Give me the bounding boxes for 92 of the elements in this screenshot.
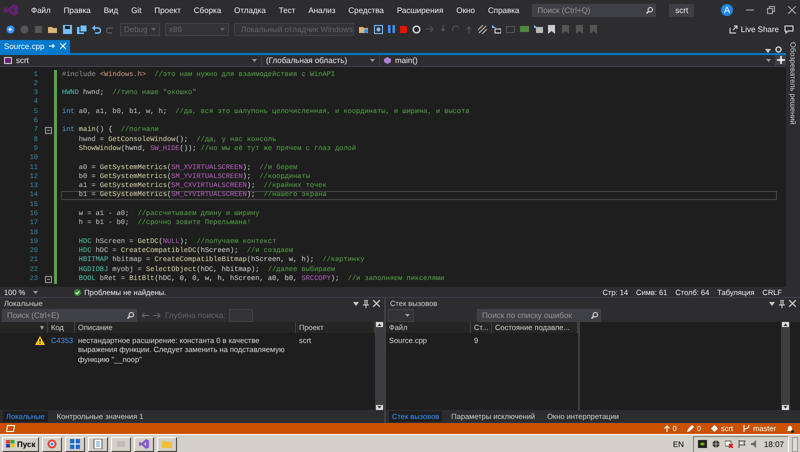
- solution-name: scrt: [669, 4, 694, 16]
- share-icon: [728, 24, 738, 34]
- collapse-icon[interactable]: [44, 276, 52, 283]
- menu-item[interactable]: Окно: [456, 6, 475, 14]
- close-icon[interactable]: [789, 300, 796, 307]
- search-field[interactable]: Поиск (Ctrl+E): [2, 309, 137, 322]
- window-outline-icon[interactable]: [6, 425, 15, 432]
- scroll-up-icon[interactable]: [782, 322, 789, 327]
- menu-item[interactable]: Тест: [278, 6, 296, 14]
- dropdown-icon[interactable]: [353, 302, 359, 306]
- dropdown-arrow-icon[interactable]: [33, 290, 38, 294]
- dropdown-arrow-icon: [370, 58, 375, 62]
- close-icon[interactable]: [373, 300, 380, 307]
- depth-label: Глубина поиска:: [165, 311, 226, 320]
- scope-dropdown[interactable]: (Глобальная область): [262, 54, 380, 66]
- notification-bell-icon[interactable]: [786, 424, 794, 432]
- undo-icon[interactable]: [92, 24, 101, 34]
- browser-icon[interactable]: [47, 439, 58, 449]
- filter-dropdown[interactable]: [388, 309, 414, 322]
- menu-item[interactable]: Проект: [154, 6, 181, 14]
- account-avatar[interactable]: A: [721, 4, 733, 16]
- gpu-icon[interactable]: [698, 440, 707, 448]
- dropdown-arrow-icon: [151, 28, 156, 30]
- menu-item[interactable]: Расширения: [396, 6, 444, 14]
- scroll-up-icon[interactable]: [376, 322, 383, 327]
- window-icon[interactable]: [374, 24, 383, 34]
- tiles-icon[interactable]: [70, 439, 80, 449]
- dropdown-arrow-icon: [405, 314, 410, 317]
- settings-icon[interactable]: [775, 46, 782, 53]
- repo-icon: [710, 425, 718, 432]
- app-logo-icon: [4, 4, 18, 16]
- search-icon: [127, 312, 134, 319]
- dropdown-icon[interactable]: [769, 302, 775, 306]
- folder-search-icon[interactable]: [359, 24, 369, 34]
- open-folder-icon[interactable]: [48, 24, 58, 34]
- windows-flag-icon: [6, 440, 15, 448]
- forward-arrow-icon[interactable]: [153, 312, 161, 319]
- scroll-down-icon[interactable]: [782, 405, 789, 410]
- menu-item[interactable]: Справка: [488, 6, 520, 14]
- live-share-button[interactable]: Live Share: [728, 24, 779, 34]
- bookmark-icon[interactable]: [548, 24, 555, 34]
- menu-item[interactable]: Средства: [348, 6, 384, 14]
- project-icon: [4, 56, 12, 64]
- pause-icon[interactable]: [388, 25, 395, 33]
- collapse-icon[interactable]: [44, 126, 52, 134]
- menu-item[interactable]: Правка: [64, 6, 91, 14]
- globe-icon[interactable]: [712, 440, 720, 448]
- volume-icon[interactable]: [750, 440, 759, 448]
- clock[interactable]: 18:07: [764, 440, 784, 448]
- warning-icon: [35, 336, 45, 345]
- feedback-icon[interactable]: [784, 24, 794, 34]
- threads-icon[interactable]: [478, 24, 487, 34]
- up-arrow-icon: [664, 425, 670, 432]
- pin-icon[interactable]: [779, 300, 785, 308]
- visual-studio-icon[interactable]: [139, 439, 150, 449]
- search-field[interactable]: Поиск по списку ошибок: [477, 309, 601, 322]
- split-icon[interactable]: [776, 54, 786, 65]
- save-all-icon[interactable]: [77, 24, 87, 34]
- back-icon[interactable]: [6, 24, 15, 34]
- restore-icon[interactable]: [767, 6, 775, 14]
- pencil-icon: [686, 425, 694, 432]
- save-icon[interactable]: [63, 24, 72, 34]
- screen-icon[interactable]: [520, 24, 529, 34]
- restart-icon[interactable]: [412, 24, 421, 34]
- project-dropdown[interactable]: scrt: [0, 54, 262, 66]
- search-icon: [591, 312, 598, 319]
- dropdown-arrow-icon: [252, 58, 257, 62]
- close-icon[interactable]: [788, 6, 796, 14]
- menu-item[interactable]: Git: [131, 6, 142, 14]
- pin-icon[interactable]: [363, 300, 369, 308]
- network-off-icon[interactable]: [724, 440, 733, 448]
- menu-item[interactable]: Сборка: [194, 6, 222, 14]
- stop-icon[interactable]: [400, 26, 407, 32]
- menu-item[interactable]: Отладка: [234, 6, 266, 14]
- flag-icon[interactable]: [738, 440, 746, 448]
- menu-item[interactable]: Анализ: [308, 6, 336, 14]
- dropdown-arrow-icon: [220, 28, 225, 30]
- menu-item[interactable]: Вид: [104, 6, 118, 14]
- back-arrow-icon[interactable]: [141, 312, 149, 319]
- menu-item[interactable]: Файл: [31, 6, 51, 14]
- start-button[interactable]: Пуск: [2, 436, 40, 452]
- search-field[interactable]: Поиск (Ctrl+Q): [532, 4, 656, 16]
- sort-icon: [40, 326, 44, 330]
- language-indicator[interactable]: EN: [666, 440, 690, 448]
- notepad-icon[interactable]: [93, 439, 104, 449]
- cursor-list-icon[interactable]: [492, 24, 501, 34]
- check-circle-icon: [74, 288, 82, 296]
- branch-icon: [743, 425, 750, 432]
- function-icon: [384, 56, 391, 64]
- scroll-down-icon[interactable]: [376, 405, 383, 410]
- dropdown-arrow-icon: [766, 58, 771, 62]
- search-icon: [646, 6, 654, 14]
